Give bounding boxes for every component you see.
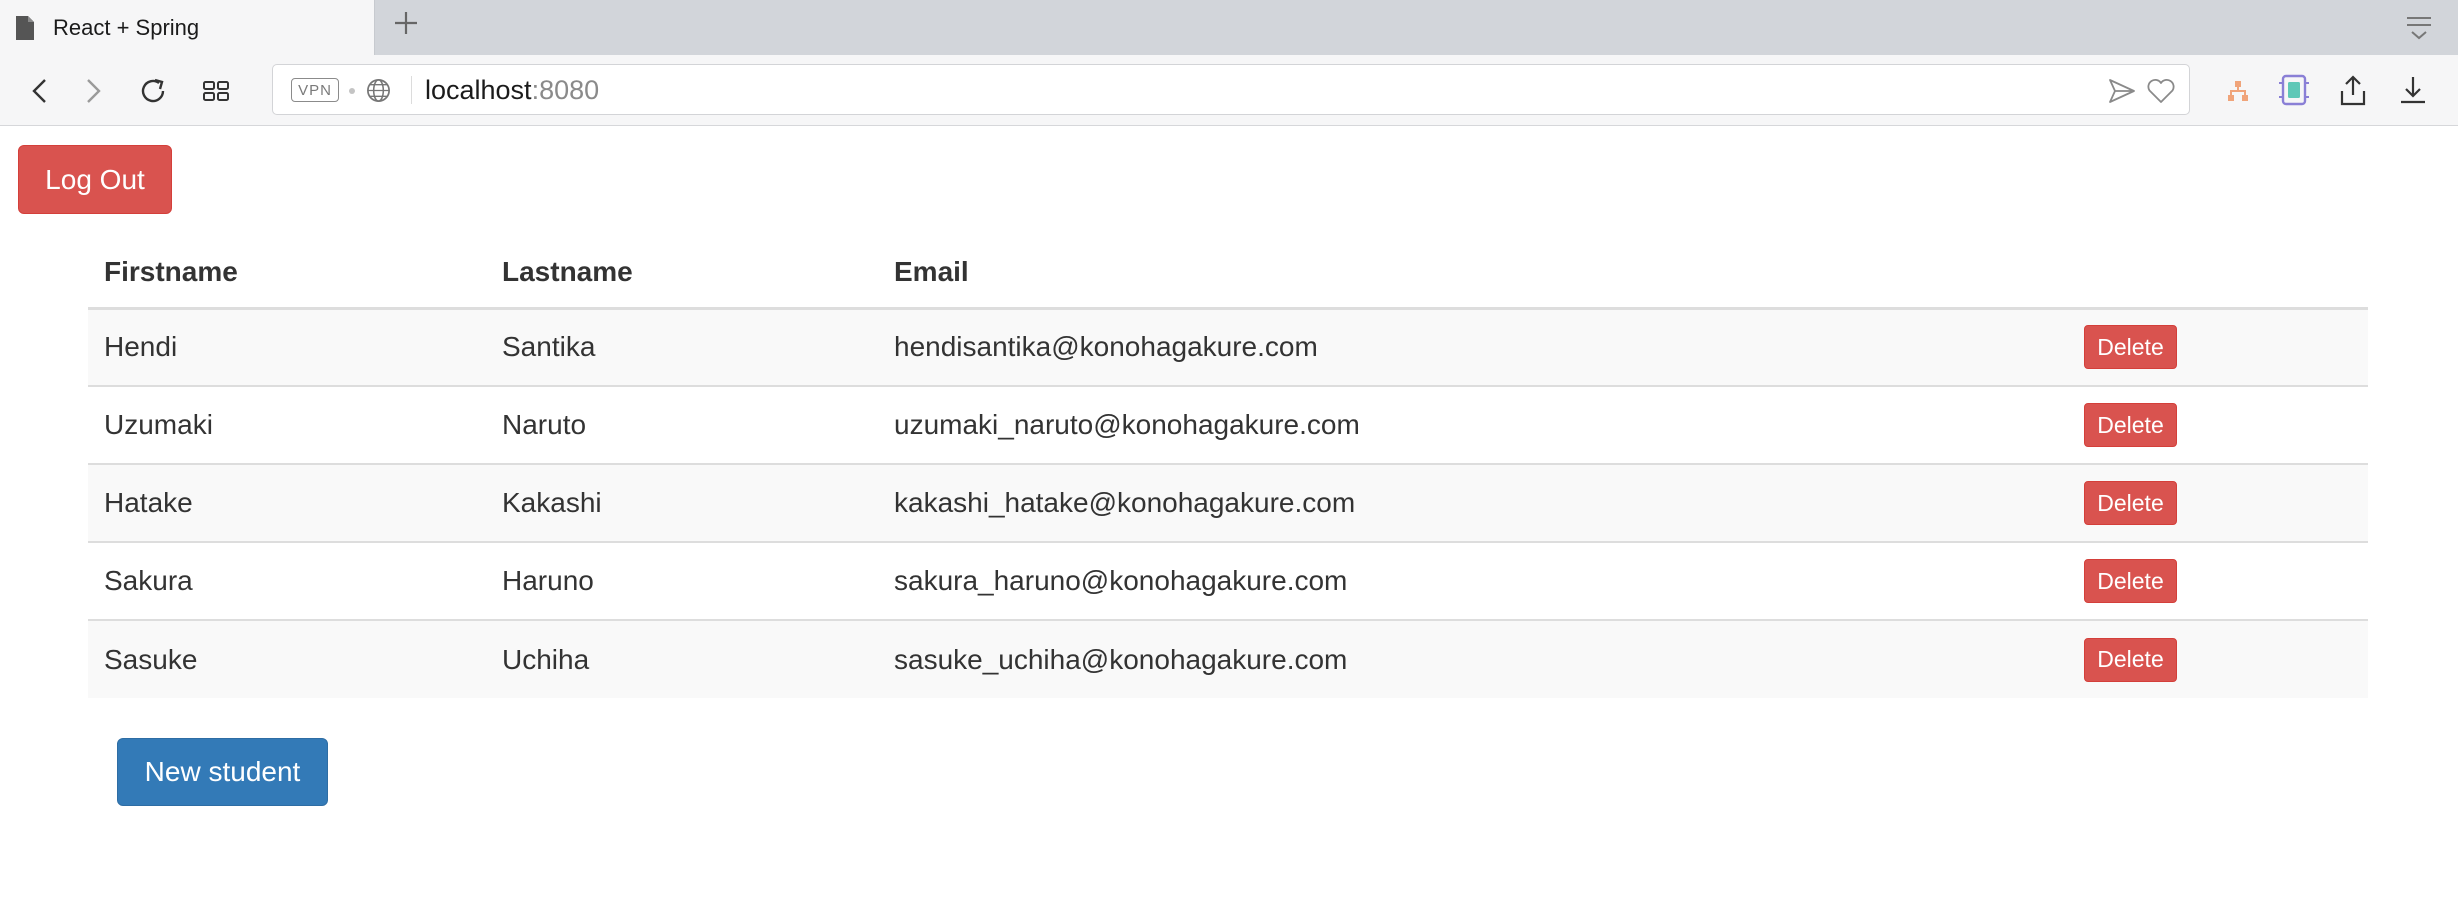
cell-firstname: Hendi — [88, 308, 486, 387]
cell-actions: Delete — [2068, 620, 2368, 698]
tab-title: React + Spring — [53, 14, 200, 40]
delete-button[interactable]: Delete — [2084, 403, 2177, 447]
cell-lastname: Naruto — [486, 386, 878, 465]
cell-actions: Delete — [2068, 542, 2368, 621]
share-icon — [2340, 75, 2366, 106]
cell-lastname: Uchiha — [486, 620, 878, 698]
column-header-lastname: Lastname — [486, 238, 878, 310]
table-row: Sasuke Uchiha sasuke_uchiha@konohagakure… — [88, 620, 2368, 698]
speed-dial-icon — [203, 81, 229, 101]
forward-button[interactable] — [76, 74, 110, 108]
share-button[interactable] — [2336, 73, 2370, 109]
reload-button[interactable] — [135, 73, 171, 109]
delete-button[interactable]: Delete — [2084, 559, 2177, 603]
back-icon — [32, 79, 46, 103]
delete-button[interactable]: Delete — [2084, 481, 2177, 525]
cell-actions: Delete — [2068, 386, 2368, 465]
cell-email: uzumaki_naruto@konohagakure.com — [878, 386, 2068, 465]
cell-lastname: Santika — [486, 308, 878, 387]
table-row: Uzumaki Naruto uzumaki_naruto@konohagaku… — [88, 386, 2368, 465]
logout-button[interactable]: Log Out — [18, 145, 172, 214]
url-port: :8080 — [531, 75, 600, 105]
table-row: Hatake Kakashi kakashi_hatake@konohagaku… — [88, 464, 2368, 543]
column-header-actions — [2068, 238, 2368, 310]
column-header-email: Email — [878, 238, 2068, 310]
globe-icon[interactable] — [365, 77, 392, 104]
delete-button[interactable]: Delete — [2084, 325, 2177, 370]
download-button[interactable] — [2396, 73, 2430, 109]
vpn-badge[interactable]: VPN — [291, 78, 339, 102]
url-text[interactable]: localhost:8080 — [425, 75, 599, 105]
forward-icon — [87, 79, 101, 103]
students-table: Firstname Lastname Email Hendi Santika h… — [88, 238, 2368, 698]
browser-tab[interactable]: React + Spring — [0, 0, 375, 55]
url-separator — [411, 76, 412, 104]
network-icon — [2228, 81, 2248, 101]
back-button[interactable] — [24, 74, 58, 108]
vpn-status-dot — [349, 88, 355, 94]
cell-firstname: Sasuke — [88, 620, 486, 698]
new-tab-button[interactable] — [390, 7, 422, 39]
browser-toolbar: VPN localhost:8080 — [0, 55, 2458, 126]
extension-icon — [2279, 74, 2309, 106]
table-row: Hendi Santika hendisantika@konohagakure.… — [88, 308, 2368, 387]
delete-button[interactable]: Delete — [2084, 637, 2177, 682]
cell-email: kakashi_hatake@konohagakure.com — [878, 464, 2068, 543]
cell-email: hendisantika@konohagakure.com — [878, 308, 2068, 387]
speed-dial-button[interactable] — [199, 74, 233, 108]
cell-actions: Delete — [2068, 308, 2368, 387]
url-host: localhost — [425, 75, 532, 105]
extension-button[interactable] — [2276, 71, 2312, 109]
tab-menu-icon[interactable] — [2402, 10, 2436, 44]
cell-firstname: Sakura — [88, 542, 486, 621]
cell-firstname: Uzumaki — [88, 386, 486, 465]
address-bar[interactable]: VPN localhost:8080 — [272, 64, 2190, 115]
table-header-row: Firstname Lastname Email — [88, 238, 2368, 310]
cell-actions: Delete — [2068, 464, 2368, 543]
column-header-firstname: Firstname — [88, 238, 486, 310]
cell-lastname: Haruno — [486, 542, 878, 621]
new-student-button[interactable]: New student — [117, 738, 328, 806]
cell-firstname: Hatake — [88, 464, 486, 543]
document-icon — [16, 15, 34, 40]
cell-email: sasuke_uchiha@konohagakure.com — [878, 620, 2068, 698]
download-icon — [2401, 77, 2425, 104]
browser-tab-bar: React + Spring — [0, 0, 2458, 55]
cell-email: sakura_haruno@konohagakure.com — [878, 542, 2068, 621]
network-extension-button[interactable] — [2222, 75, 2254, 107]
cell-lastname: Kakashi — [486, 464, 878, 543]
plus-icon — [395, 12, 417, 34]
reload-icon — [141, 78, 165, 103]
heart-icon[interactable] — [2145, 77, 2177, 105]
send-icon[interactable] — [2107, 77, 2137, 105]
table-row: Sakura Haruno sakura_haruno@konohagakure… — [88, 542, 2368, 621]
